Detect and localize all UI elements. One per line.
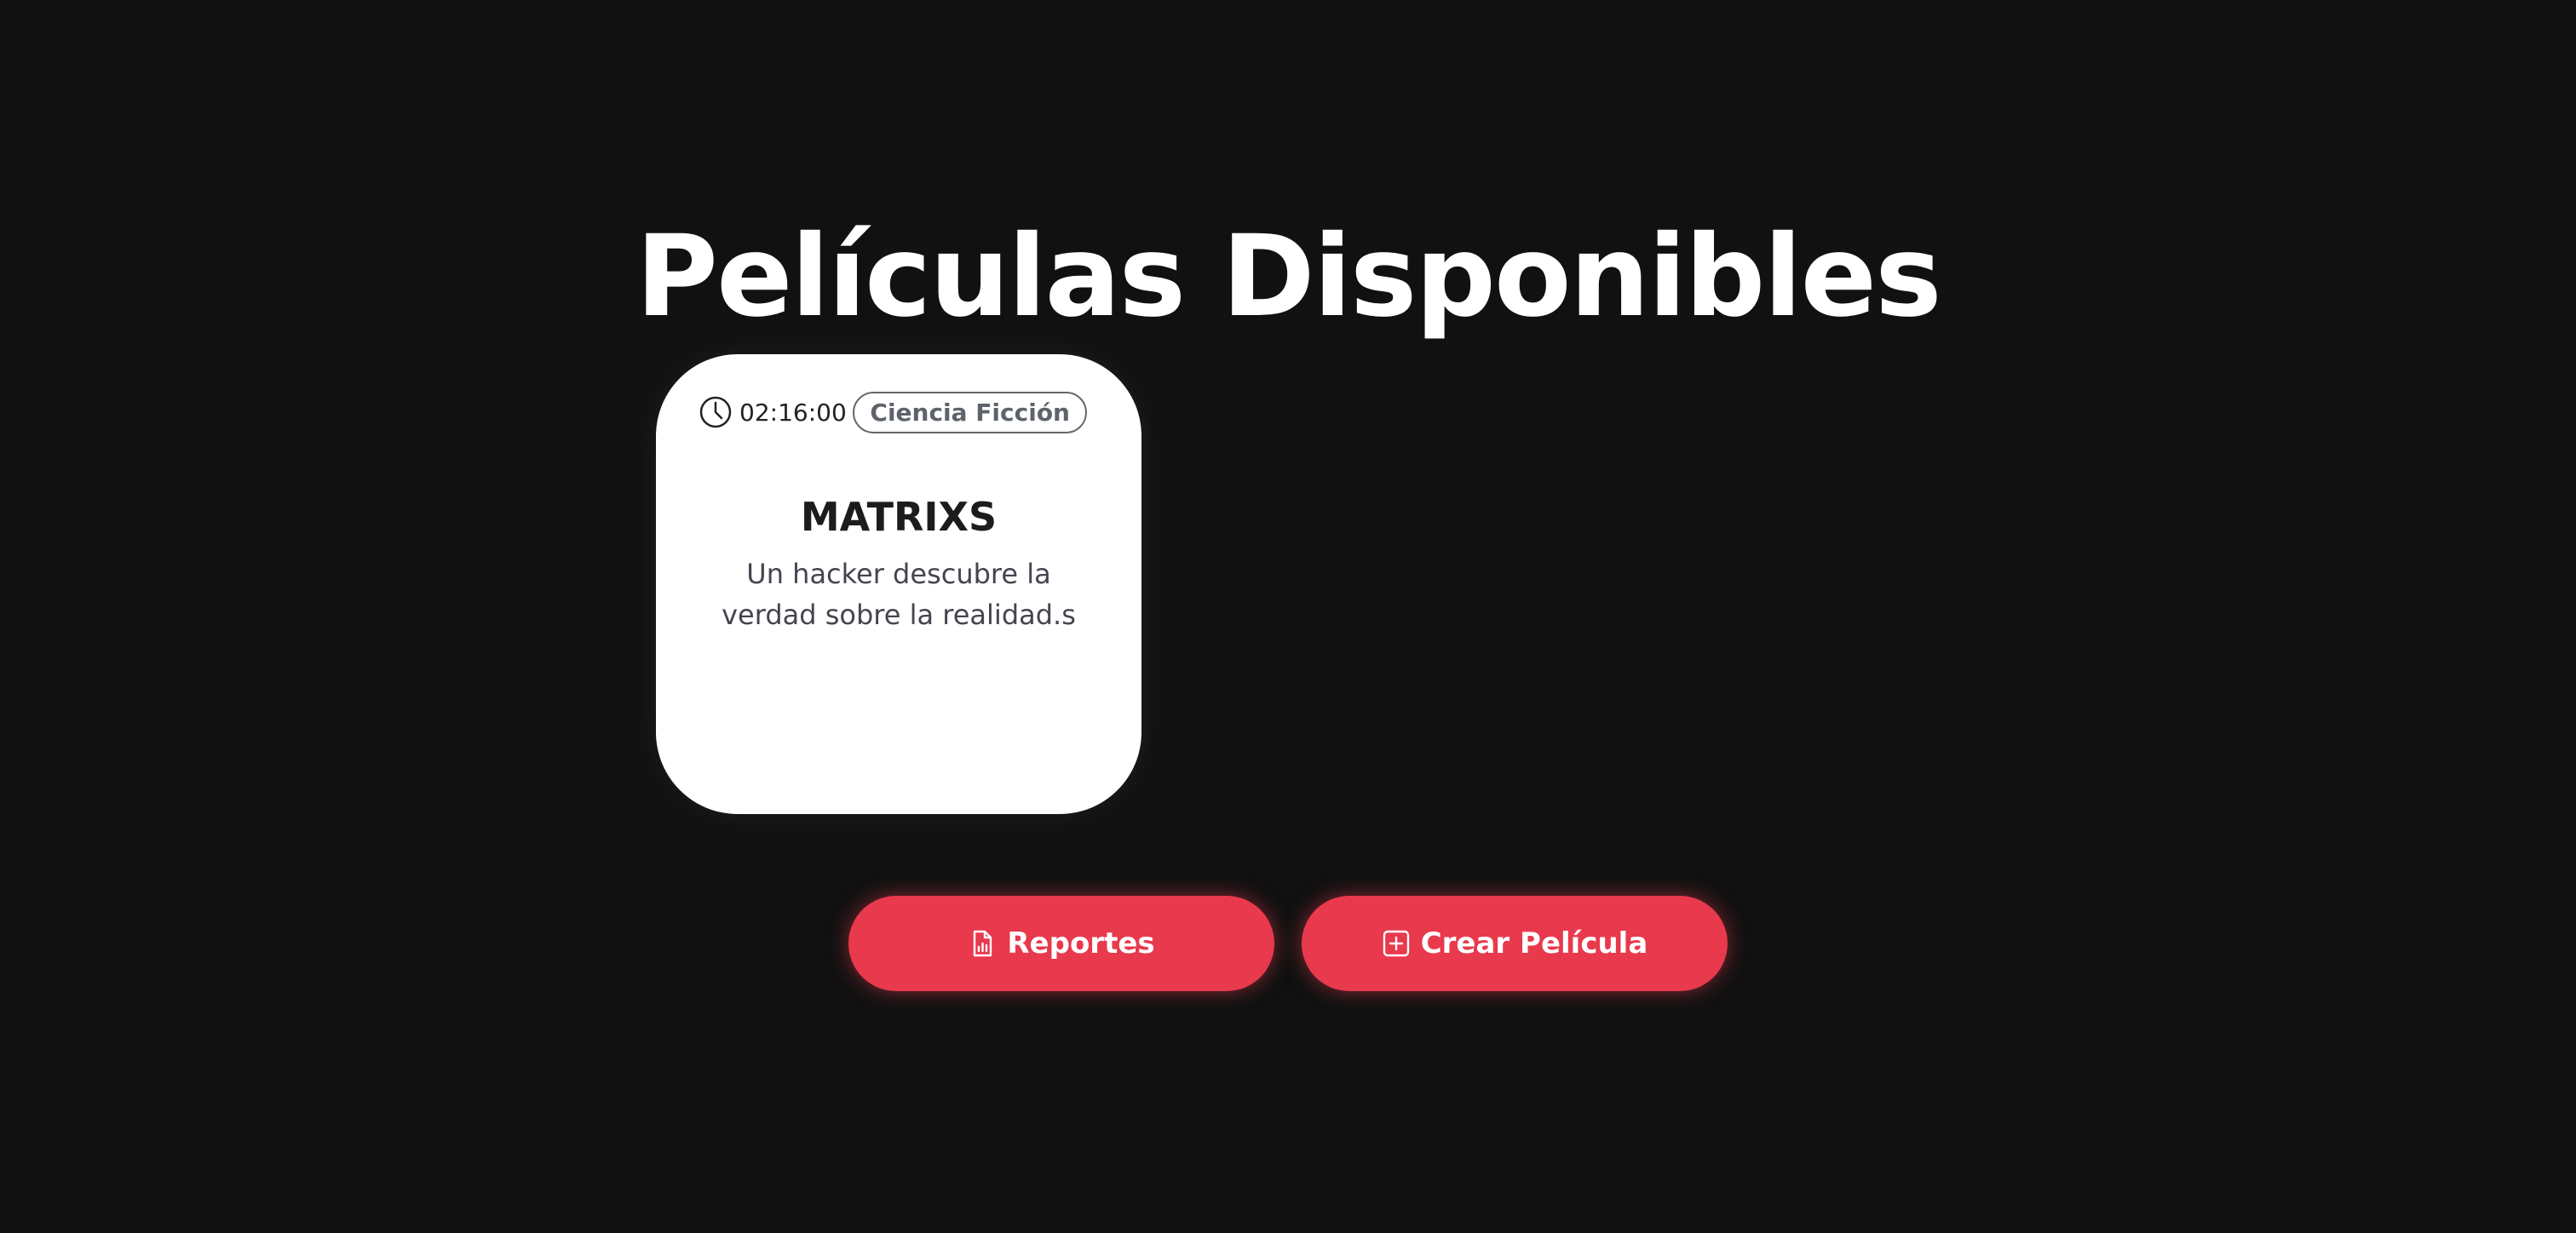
genre-badge: Ciencia Ficción xyxy=(853,391,1087,433)
page-title: Películas Disponibles xyxy=(635,211,1941,342)
page: Películas Disponibles 02:16:00 Ciencia F… xyxy=(0,0,2576,1233)
create-movie-button-label: Crear Película xyxy=(1420,926,1648,961)
plus-square-icon xyxy=(1382,929,1411,958)
movie-meta: 02:16:00 Ciencia Ficción xyxy=(699,390,1087,434)
create-movie-button[interactable]: Crear Película xyxy=(1302,896,1728,991)
movie-description: Un hacker descubre la verdad sobre la re… xyxy=(722,558,1076,631)
reports-button[interactable]: Reportes xyxy=(848,896,1274,991)
file-chart-icon xyxy=(968,929,997,958)
movie-duration-text: 02:16:00 xyxy=(739,398,847,427)
movie-title: MATRIXS xyxy=(800,494,998,540)
movie-duration: 02:16:00 xyxy=(699,395,847,429)
reports-button-label: Reportes xyxy=(1007,926,1155,961)
movie-card[interactable]: 02:16:00 Ciencia Ficción MATRIXS Un hack… xyxy=(656,354,1141,814)
clock-icon xyxy=(699,395,733,429)
